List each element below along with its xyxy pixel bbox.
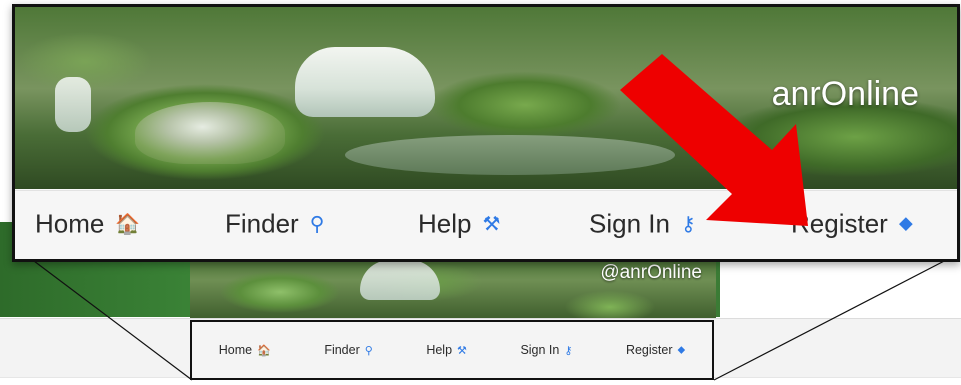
waterfall-left-detail bbox=[55, 77, 91, 132]
nav-signin-label: Sign In bbox=[520, 343, 560, 357]
site-nav: Home 🏠 Finder ⚲ Help ⚒ Sign In ⚷ Registe… bbox=[190, 320, 714, 380]
mossy-rock-detail bbox=[135, 102, 285, 164]
pool-detail bbox=[345, 135, 675, 175]
callout-nav-help-label: Help bbox=[418, 208, 472, 239]
callout-nav-register-link[interactable]: Register ⬥ bbox=[791, 209, 913, 240]
callout-nav-signin-label: Sign In bbox=[589, 208, 670, 239]
search-icon: ⚲ bbox=[309, 213, 325, 236]
zoom-callout: anrOnline Home 🏠 Finder ⚲ Help ⚒ Sign In… bbox=[12, 4, 960, 262]
nav-help-link[interactable]: Help ⚒ bbox=[426, 343, 467, 357]
callout-nav-help-link[interactable]: Help ⚒ bbox=[418, 209, 500, 240]
key-icon: ⚷ bbox=[564, 344, 573, 357]
callout-nav-home-label: Home bbox=[35, 208, 105, 239]
waterfall-image-detail bbox=[360, 260, 440, 300]
callout-site-nav: Home 🏠 Finder ⚲ Help ⚒ Sign In ⚷ Registe… bbox=[15, 190, 957, 259]
tag-icon: ⬥ bbox=[898, 212, 913, 235]
callout-banner-image: anrOnline bbox=[15, 7, 957, 189]
nav-register-link[interactable]: Register ⬥ bbox=[626, 343, 685, 357]
nav-finder-link[interactable]: Finder ⚲ bbox=[324, 343, 373, 357]
header-banner-image: @anrOnline bbox=[190, 252, 716, 322]
wrench-icon: ⚒ bbox=[457, 344, 467, 357]
home-icon: 🏠 bbox=[257, 344, 271, 357]
nav-signin-link[interactable]: Sign In ⚷ bbox=[520, 343, 572, 357]
waterfall-center-detail bbox=[295, 47, 435, 117]
home-icon: 🏠 bbox=[115, 213, 141, 236]
callout-nav-register-label: Register bbox=[791, 208, 888, 239]
site-brand: @anrOnline bbox=[600, 262, 702, 283]
nav-register-label: Register bbox=[625, 343, 673, 357]
nav-home-link[interactable]: Home 🏠 bbox=[219, 343, 271, 357]
tag-icon: ⬥ bbox=[677, 343, 686, 356]
nav-help-label: Help bbox=[426, 343, 453, 357]
callout-nav-home-link[interactable]: Home 🏠 bbox=[35, 209, 140, 240]
wrench-icon: ⚒ bbox=[482, 213, 501, 236]
callout-site-brand: anrOnline bbox=[771, 75, 919, 113]
callout-nav-signin-link[interactable]: Sign In ⚷ bbox=[589, 209, 696, 240]
callout-nav-finder-link[interactable]: Finder ⚲ bbox=[225, 209, 324, 240]
callout-nav-finder-label: Finder bbox=[225, 208, 299, 239]
search-icon: ⚲ bbox=[364, 344, 373, 357]
nav-home-label: Home bbox=[218, 343, 253, 357]
key-icon: ⚷ bbox=[680, 213, 696, 236]
nav-finder-label: Finder bbox=[324, 343, 360, 357]
